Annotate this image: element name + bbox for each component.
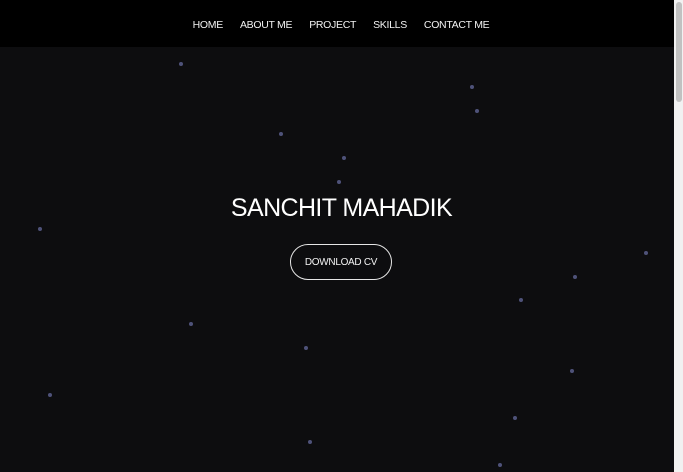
particle-dot <box>179 62 183 66</box>
top-navbar: HOME ABOUT ME PROJECT SKILLS CONTACT ME <box>0 0 674 47</box>
nav-item-home: HOME <box>193 15 224 33</box>
particle-dot <box>337 180 341 184</box>
particle-dot <box>644 251 648 255</box>
particle-dot <box>48 393 52 397</box>
download-cv-button[interactable]: DOWNLOAD CV <box>290 244 392 280</box>
particle-dot <box>475 109 479 113</box>
particle-dot <box>498 463 502 467</box>
nav-item-about-me: ABOUT ME <box>240 15 293 33</box>
particle-dot <box>189 322 193 326</box>
nav-item-project: PROJECT <box>309 15 356 33</box>
particle-dot <box>342 156 346 160</box>
nav-link-contact-me[interactable]: CONTACT ME <box>424 19 490 31</box>
vertical-scrollbar[interactable] <box>674 0 683 472</box>
particle-dot <box>38 227 42 231</box>
nav-menu: HOME ABOUT ME PROJECT SKILLS CONTACT ME <box>193 15 490 33</box>
nav-item-contact-me: CONTACT ME <box>424 15 490 33</box>
nav-link-about-me[interactable]: ABOUT ME <box>240 19 293 31</box>
particle-dot <box>519 298 523 302</box>
nav-link-skills[interactable]: SKILLS <box>373 19 407 31</box>
nav-link-project[interactable]: PROJECT <box>309 19 356 31</box>
particle-dot <box>279 132 283 136</box>
page: HOME ABOUT ME PROJECT SKILLS CONTACT ME <box>0 0 683 472</box>
particle-dot <box>308 440 312 444</box>
portfolio-hero-section: HOME ABOUT ME PROJECT SKILLS CONTACT ME <box>0 0 674 472</box>
particle-dot <box>570 369 574 373</box>
particle-dot <box>573 275 577 279</box>
hero-title: SANCHIT MAHADIK <box>230 194 453 222</box>
particle-dot <box>470 85 474 89</box>
nav-link-home[interactable]: HOME <box>193 19 224 31</box>
scrollbar-thumb[interactable] <box>676 2 682 102</box>
particle-dot <box>304 346 308 350</box>
nav-item-skills: SKILLS <box>373 15 407 33</box>
particle-dot <box>513 416 517 420</box>
